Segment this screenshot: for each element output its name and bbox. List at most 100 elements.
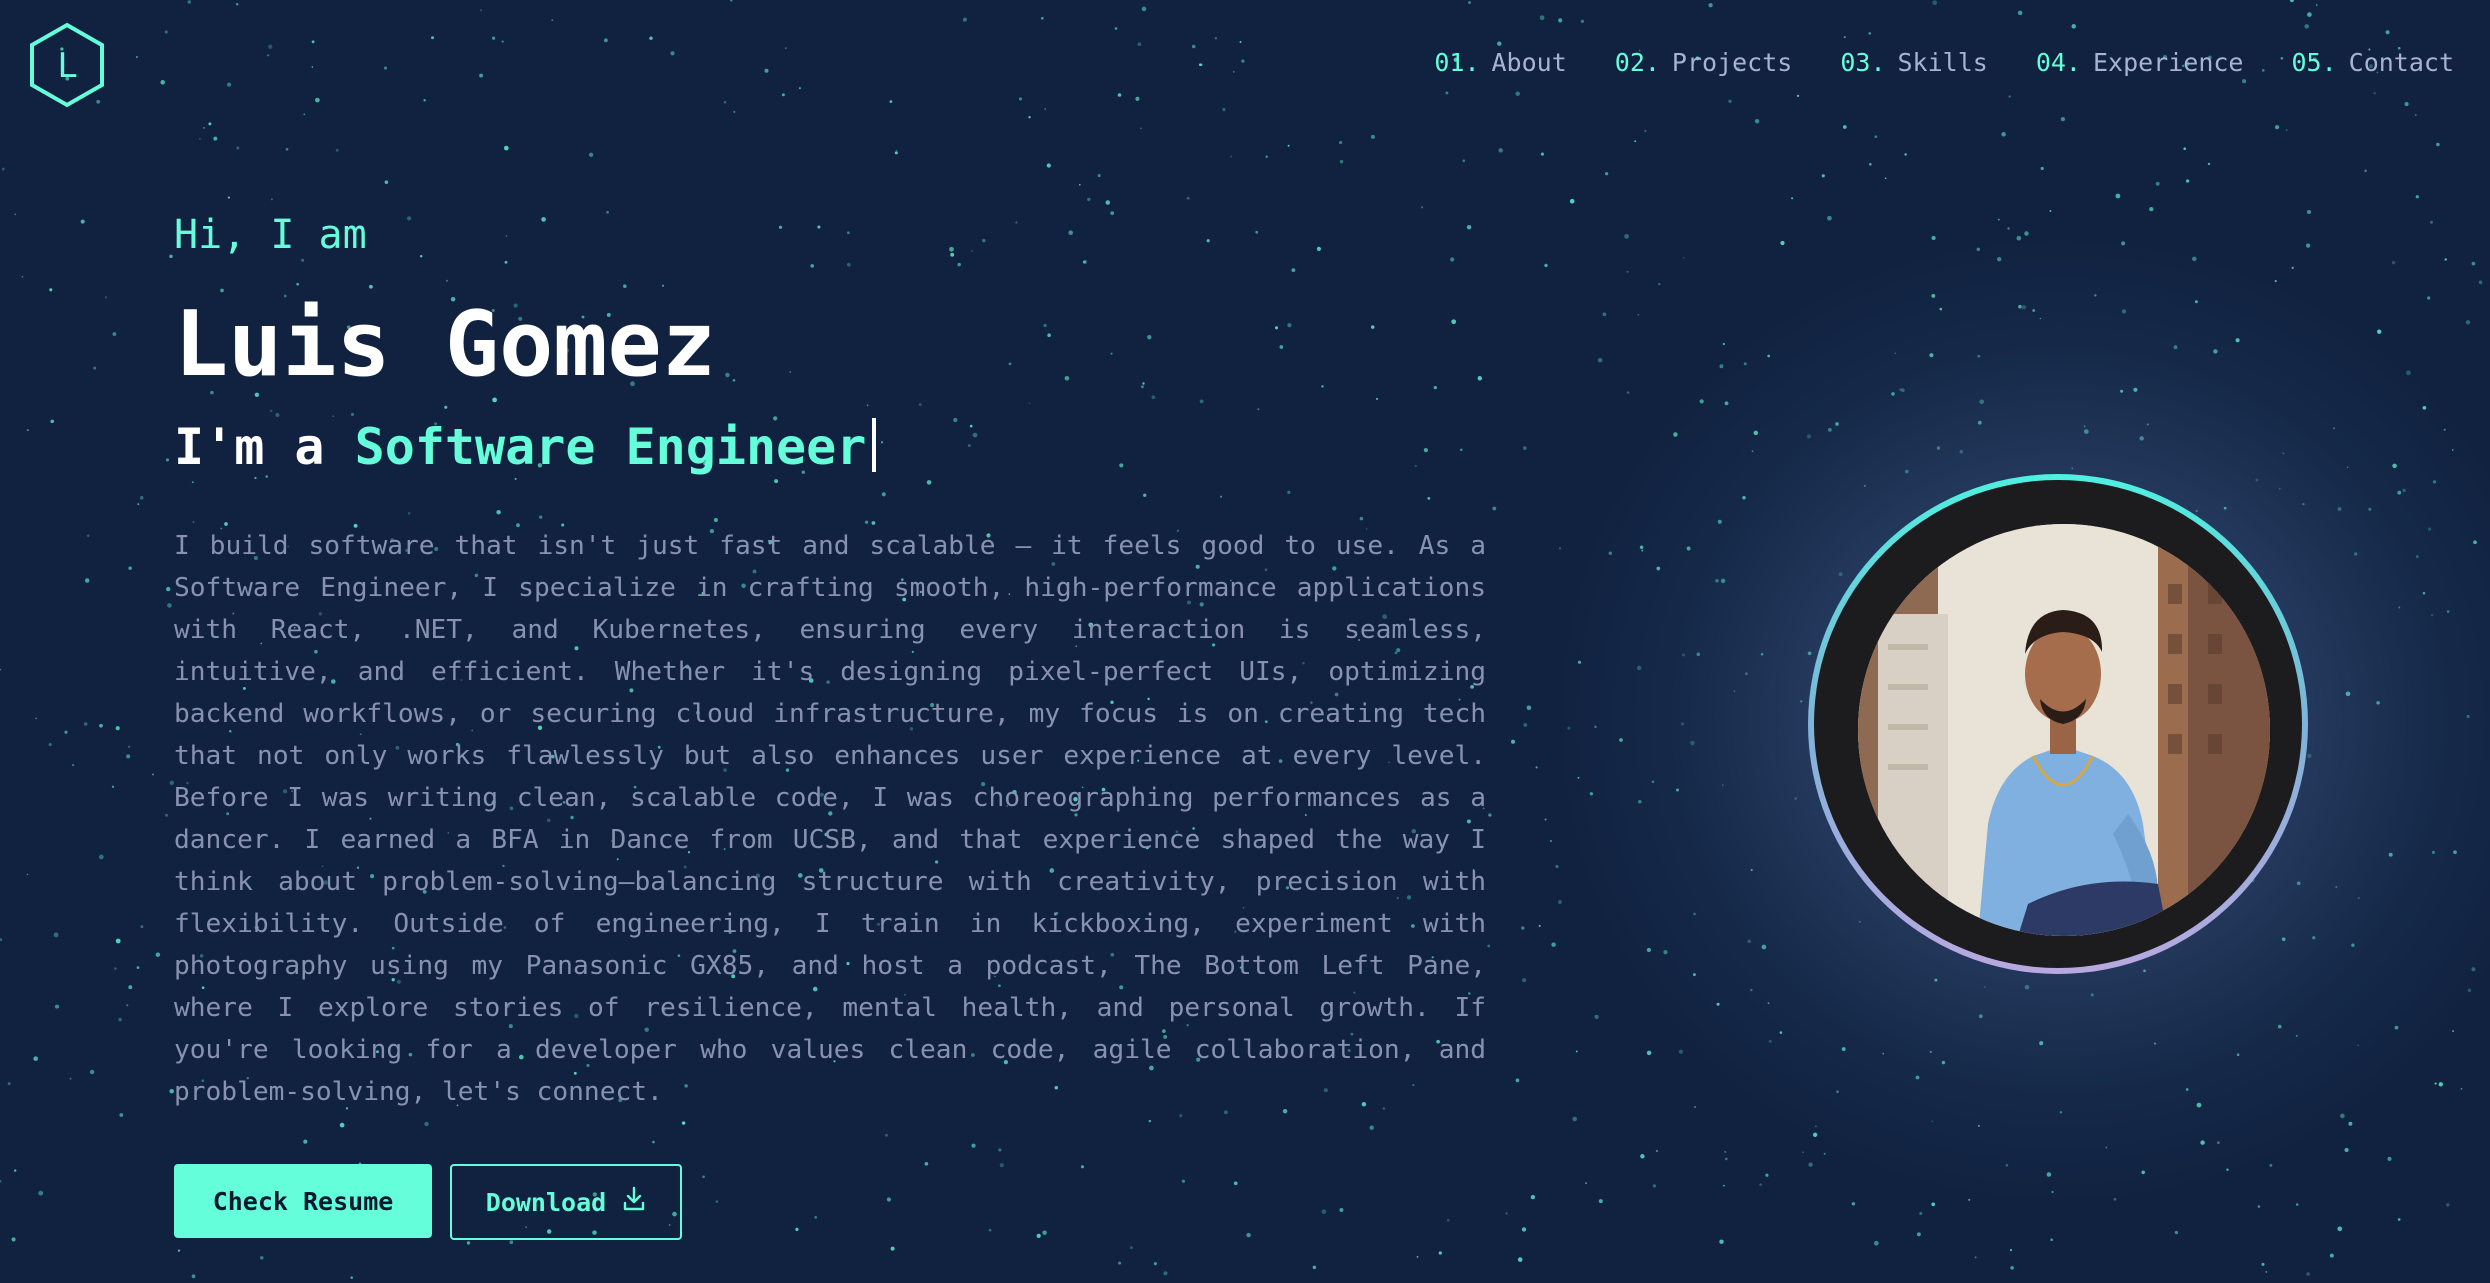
logo-icon[interactable]: L — [28, 22, 106, 108]
star-dot — [2431, 850, 2435, 854]
star-dot — [1750, 988, 1753, 992]
star-dot — [1137, 42, 1142, 47]
star-dot — [7, 1082, 11, 1086]
star-dot — [191, 1274, 196, 1279]
star-dot — [1827, 427, 1832, 432]
star-dot — [1759, 1183, 1762, 1186]
star-dot — [1901, 388, 1905, 393]
star-dot — [2337, 507, 2342, 511]
star-dot — [2471, 967, 2476, 972]
star-dot — [1163, 1271, 1168, 1276]
star-dot — [38, 1190, 44, 1196]
star-dot — [2436, 142, 2440, 147]
star-dot — [2471, 261, 2476, 266]
star-dot — [1760, 653, 1764, 656]
hero-bio: I build software that isn't just fast an… — [174, 531, 1486, 1107]
star-dot — [1838, 572, 1843, 577]
star-dot — [798, 87, 801, 90]
star-dot — [115, 726, 120, 731]
star-dot — [2113, 1197, 2117, 1201]
star-dot — [1761, 944, 1767, 950]
nav-item-contact[interactable]: 05. Contact — [2291, 48, 2454, 77]
star-dot — [1724, 1150, 1727, 1153]
star-dot — [682, 1122, 685, 1125]
nav-number: 05. — [2291, 48, 2337, 77]
star-dot — [1558, 18, 1563, 23]
nav-item-about[interactable]: 01. About — [1434, 48, 1566, 77]
star-dot — [126, 1004, 129, 1007]
star-dot — [2282, 452, 2285, 455]
star-dot — [33, 1056, 38, 1061]
star-dot — [1884, 177, 1887, 180]
star-dot — [268, 44, 273, 49]
star-dot — [2139, 436, 2144, 441]
star-dot — [2115, 193, 2121, 199]
star-dot — [2397, 1218, 2401, 1221]
star-dot — [2315, 4, 2318, 6]
star-dot — [2032, 309, 2036, 312]
star-dot — [2010, 1266, 2014, 1270]
star-dot — [14, 1169, 17, 1172]
star-dot — [1544, 263, 1548, 268]
star-dot — [814, 1215, 818, 1219]
star-dot — [2007, 227, 2010, 230]
star-dot — [1492, 506, 1497, 511]
download-button[interactable]: Download — [450, 1164, 682, 1240]
star-dot — [1265, 155, 1268, 158]
star-dot — [1626, 391, 1630, 394]
star-dot — [423, 98, 426, 102]
star-dot — [1028, 116, 1031, 119]
star-dot — [551, 19, 554, 22]
star-dot — [1750, 868, 1753, 872]
star-dot — [11, 1237, 16, 1242]
star-dot — [1723, 1184, 1725, 1187]
star-dot — [1686, 546, 1691, 551]
star-dot — [2141, 1170, 2145, 1175]
nav-item-experience[interactable]: 04. Experience — [2036, 48, 2244, 77]
star-dot — [104, 296, 108, 299]
star-dot — [1044, 108, 1047, 110]
star-dot — [54, 1004, 60, 1009]
star-dot — [2265, 1271, 2268, 1273]
star-dot — [198, 137, 201, 140]
nav-number: 03. — [1840, 48, 1886, 77]
star-dot — [1939, 307, 1943, 311]
check-resume-button[interactable]: Check Resume — [174, 1164, 432, 1238]
star-dot — [2121, 241, 2126, 246]
star-dot — [1619, 738, 1623, 742]
star-dot — [1438, 1251, 1442, 1255]
hero-section: Hi, I am Luis Gomez I'm a Software Engin… — [174, 205, 1486, 1113]
star-dot — [1868, 32, 1871, 35]
star-dot — [2295, 1034, 2298, 1037]
star-dot — [1638, 800, 1642, 804]
star-dot — [128, 566, 132, 570]
star-dot — [2422, 405, 2427, 410]
nav-item-skills[interactable]: 03. Skills — [1840, 48, 1987, 77]
star-dot — [2438, 1082, 2443, 1087]
star-dot — [2364, 169, 2367, 173]
star-dot — [1693, 912, 1696, 916]
star-dot — [1148, 1119, 1152, 1123]
star-dot — [303, 113, 306, 116]
star-dot — [2394, 1025, 2399, 1030]
star-dot — [2344, 1147, 2349, 1153]
star-dot — [2018, 304, 2022, 309]
nav-item-projects[interactable]: 02. Projects — [1615, 48, 1793, 77]
star-dot — [1690, 740, 1695, 746]
star-dot — [2357, 1044, 2359, 1047]
star-dot — [2257, 1205, 2261, 1208]
star-dot — [1699, 399, 1704, 404]
star-dot — [2415, 555, 2419, 559]
star-dot — [2346, 466, 2349, 469]
star-dot — [2186, 179, 2190, 183]
star-dot — [1567, 726, 1571, 730]
star-dot — [2333, 427, 2335, 430]
star-dot — [2049, 210, 2052, 212]
star-dot — [1874, 135, 1878, 139]
star-dot — [2217, 1141, 2220, 1145]
star-dot — [509, 1240, 514, 1245]
star-dot — [2373, 92, 2376, 95]
star-dot — [1569, 198, 1575, 204]
star-dot — [1976, 247, 1981, 252]
star-dot — [1719, 364, 1724, 369]
